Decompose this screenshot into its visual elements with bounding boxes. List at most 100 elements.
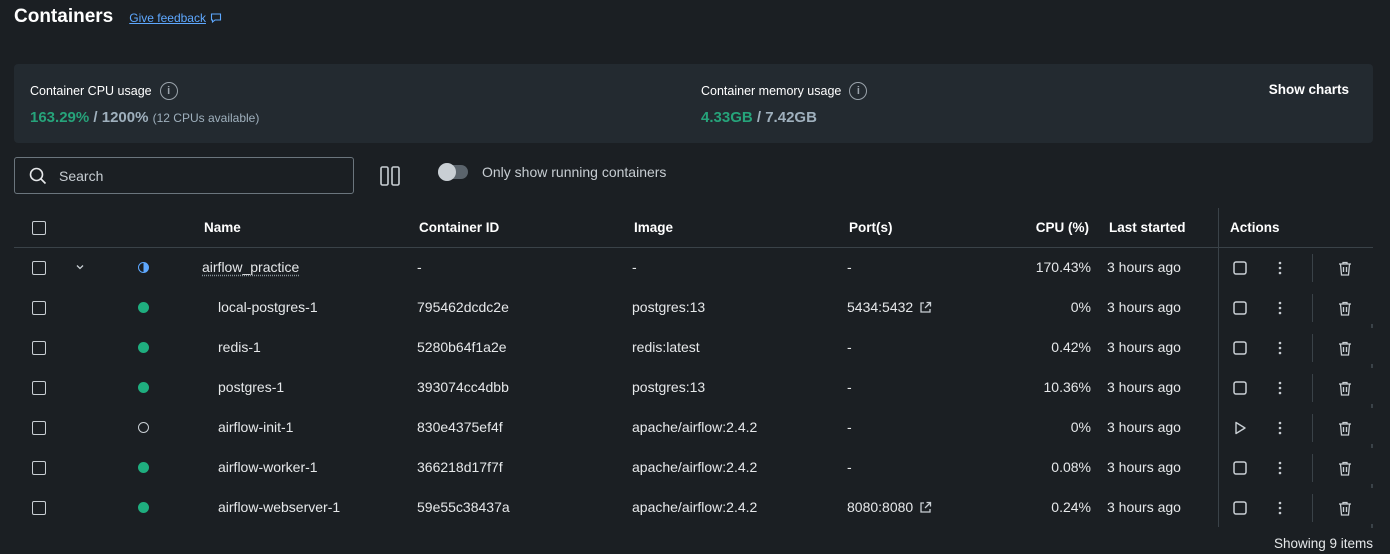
- container-name[interactable]: airflow-init-1: [218, 419, 293, 435]
- container-ports[interactable]: 8080:8080: [847, 499, 932, 515]
- external-link-icon[interactable]: [919, 501, 932, 514]
- row-checkbox[interactable]: [32, 461, 46, 475]
- cpu-available-note: (12 CPUs available): [152, 111, 260, 125]
- delete-button[interactable]: [1336, 299, 1354, 317]
- chevron-down-icon[interactable]: [74, 261, 86, 273]
- external-link-icon[interactable]: [919, 301, 932, 314]
- stop-icon: [1233, 381, 1247, 395]
- row-checkbox[interactable]: [32, 261, 46, 275]
- info-icon[interactable]: i: [849, 82, 868, 100]
- container-image: apache/airflow:2.4.2: [632, 419, 758, 435]
- more-actions-button[interactable]: [1271, 259, 1289, 277]
- row-checkbox[interactable]: [32, 301, 46, 315]
- memory-separator: /: [752, 109, 766, 126]
- container-image: postgres:13: [632, 299, 706, 315]
- status-partial-icon: [138, 262, 149, 273]
- table-row[interactable]: local-postgres-1 795462dcdc2e postgres:1…: [14, 288, 1373, 328]
- container-id: 5280b64f1a2e: [417, 339, 507, 355]
- start-button[interactable]: [1231, 419, 1249, 437]
- column-header-container-id[interactable]: Container ID: [419, 220, 499, 235]
- column-header-ports[interactable]: Port(s): [849, 220, 893, 235]
- delete-button[interactable]: [1336, 419, 1354, 437]
- container-name[interactable]: airflow-webserver-1: [218, 499, 340, 515]
- container-cpu: 0.24%: [1051, 499, 1091, 515]
- select-all-checkbox[interactable]: [32, 221, 46, 235]
- more-vertical-icon: [1278, 381, 1282, 395]
- status-exited-icon: [138, 422, 149, 433]
- container-name[interactable]: airflow-worker-1: [218, 459, 318, 475]
- container-name[interactable]: redis-1: [218, 339, 261, 355]
- more-actions-button[interactable]: [1271, 339, 1289, 357]
- container-name[interactable]: airflow_practice: [202, 259, 299, 275]
- memory-used: 4.33GB: [701, 109, 753, 126]
- container-id: 366218d17f7f: [417, 459, 503, 475]
- column-header-last-started[interactable]: Last started: [1109, 220, 1186, 235]
- action-separator: [1312, 254, 1313, 282]
- table-row[interactable]: airflow-worker-1 366218d17f7f apache/air…: [14, 448, 1373, 488]
- container-cpu: 0%: [1070, 419, 1091, 435]
- delete-button[interactable]: [1336, 459, 1354, 477]
- search-box[interactable]: [14, 157, 354, 194]
- memory-usage-label: Container memory usage: [701, 84, 842, 98]
- page-header: Containers Give feedback: [14, 6, 222, 28]
- row-checkbox[interactable]: [32, 381, 46, 395]
- table-row[interactable]: airflow_practice - - - 170.43% 3 hours a…: [14, 248, 1373, 288]
- table-row[interactable]: redis-1 5280b64f1a2e redis:latest - 0.42…: [14, 328, 1373, 368]
- running-only-toggle[interactable]: [438, 163, 468, 181]
- status-running-icon: [138, 342, 149, 353]
- delete-button[interactable]: [1336, 339, 1354, 357]
- more-actions-button[interactable]: [1271, 299, 1289, 317]
- more-actions-button[interactable]: [1271, 459, 1289, 477]
- more-actions-button[interactable]: [1271, 419, 1289, 437]
- container-ports: -: [847, 339, 852, 355]
- action-separator: [1312, 334, 1313, 362]
- column-header-cpu[interactable]: CPU (%): [1036, 220, 1089, 235]
- stop-button[interactable]: [1231, 379, 1249, 397]
- delete-button[interactable]: [1336, 499, 1354, 517]
- port-link[interactable]: 8080:8080: [847, 499, 913, 515]
- row-checkbox[interactable]: [32, 501, 46, 515]
- scroll-edge: [1371, 524, 1373, 528]
- status-running-icon: [138, 302, 149, 313]
- more-vertical-icon: [1278, 261, 1282, 275]
- container-image: -: [632, 259, 637, 275]
- delete-button[interactable]: [1336, 259, 1354, 277]
- port-value: -: [847, 259, 852, 275]
- stop-icon: [1233, 501, 1247, 515]
- stop-button[interactable]: [1231, 299, 1249, 317]
- more-actions-button[interactable]: [1271, 379, 1289, 397]
- stop-button[interactable]: [1231, 339, 1249, 357]
- stop-button[interactable]: [1231, 499, 1249, 517]
- stop-button[interactable]: [1231, 259, 1249, 277]
- container-name[interactable]: postgres-1: [218, 379, 284, 395]
- container-cpu: 170.43%: [1035, 259, 1091, 275]
- port-value: -: [847, 459, 852, 475]
- stop-button[interactable]: [1231, 459, 1249, 477]
- container-cpu: 0%: [1070, 299, 1091, 315]
- info-icon[interactable]: i: [159, 82, 178, 100]
- search-input[interactable]: [59, 167, 329, 184]
- table-row[interactable]: postgres-1 393074cc4dbb postgres:13 - 10…: [14, 368, 1373, 408]
- cpu-separator: /: [89, 109, 102, 126]
- delete-button[interactable]: [1336, 379, 1354, 397]
- container-ports[interactable]: 5434:5432: [847, 299, 932, 315]
- row-checkbox[interactable]: [32, 421, 46, 435]
- port-link[interactable]: 5434:5432: [847, 299, 913, 315]
- table-row[interactable]: airflow-webserver-1 59e55c38437a apache/…: [14, 488, 1373, 528]
- status-running-icon: [138, 462, 149, 473]
- columns-toggle-button[interactable]: [378, 164, 402, 188]
- container-name[interactable]: local-postgres-1: [218, 299, 318, 315]
- container-ports: -: [847, 419, 852, 435]
- column-header-image[interactable]: Image: [634, 220, 673, 235]
- container-id: 830e4375ef4f: [417, 419, 503, 435]
- column-header-name[interactable]: Name: [204, 220, 241, 235]
- give-feedback-link[interactable]: Give feedback: [129, 11, 222, 25]
- table-row[interactable]: airflow-init-1 830e4375ef4f apache/airfl…: [14, 408, 1373, 448]
- row-checkbox[interactable]: [32, 341, 46, 355]
- show-charts-button[interactable]: Show charts: [1269, 82, 1349, 97]
- container-id: 393074cc4dbb: [417, 379, 509, 395]
- stop-icon: [1233, 261, 1247, 275]
- toggle-knob: [438, 163, 456, 181]
- more-actions-button[interactable]: [1271, 499, 1289, 517]
- more-vertical-icon: [1278, 421, 1282, 435]
